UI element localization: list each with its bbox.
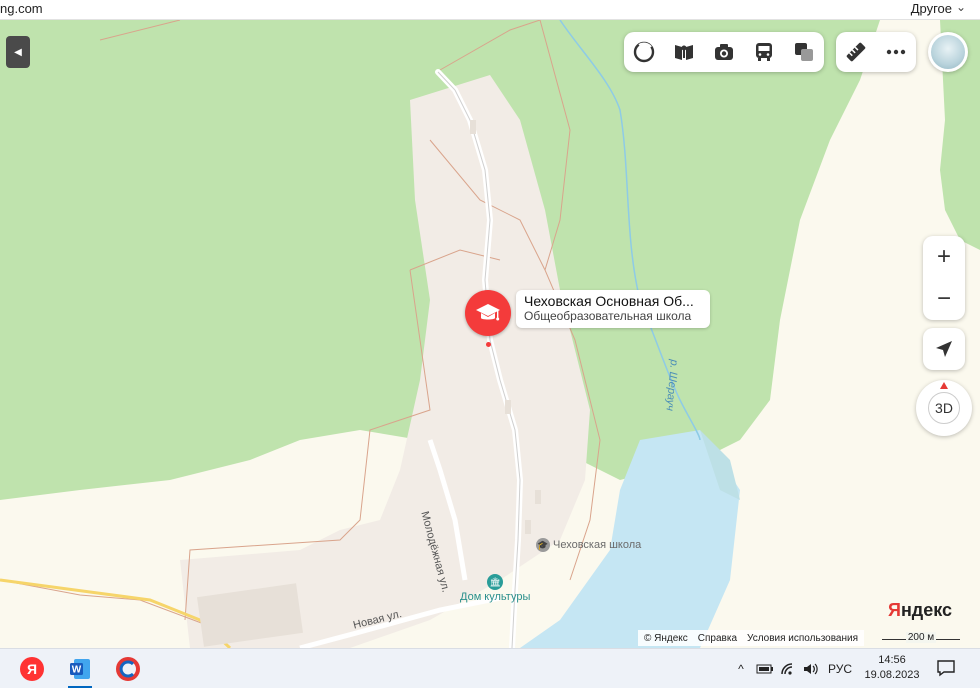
volume-icon[interactable] [802, 662, 820, 676]
tray-overflow-chevron-up-icon[interactable]: ^ [732, 662, 750, 676]
poi-culture-house-label: Дом культуры [460, 591, 531, 603]
geolocation-button[interactable] [923, 328, 965, 370]
museum-icon: 🏛 [487, 574, 504, 590]
svg-text:Я: Я [27, 661, 37, 677]
map-attribution: © Яндекс Справка Условия использования [638, 630, 865, 646]
transit-icon[interactable] [744, 32, 784, 72]
browser-topbar: ng.com Другое ⌄ [0, 0, 980, 20]
graduation-cap-icon [476, 304, 500, 321]
svg-text:W: W [72, 665, 82, 676]
map-canvas[interactable]: ◀ + − 3D Чеховская Основная Об... Общеоб… [0, 20, 980, 648]
c-app-icon [116, 657, 140, 681]
zoom-in-button[interactable]: + [923, 236, 965, 278]
copyright-link[interactable]: © Яндекс [644, 633, 688, 644]
panorama-icon[interactable] [664, 32, 704, 72]
taskbar-app-word[interactable]: W [62, 653, 98, 688]
school-icon: 🎓 [536, 538, 550, 552]
taskbar: Я W ^ РУС 14:56 19.08.2023 [0, 648, 980, 688]
compass-north-icon [940, 382, 948, 389]
word-icon: W [70, 659, 90, 679]
scale-bar: 200 м [882, 632, 960, 643]
clock-time: 14:56 [878, 654, 906, 666]
place-category: Общеобразовательная школа [524, 309, 692, 323]
poi-school[interactable]: 🎓 Чеховская школа [536, 538, 641, 552]
user-avatar[interactable] [928, 32, 968, 72]
address-url[interactable]: ng.com [0, 1, 43, 16]
tools-toolbar [836, 32, 916, 72]
clock[interactable]: 14:56 19.08.2023 [862, 653, 922, 683]
photo-icon[interactable] [704, 32, 744, 72]
poi-culture-house[interactable]: 🏛 Дом культуры [460, 574, 530, 603]
pin-anchor [486, 342, 491, 347]
taskbar-app-yandex[interactable]: Я [14, 653, 50, 685]
place-name: Чеховская Основная Об... [524, 293, 694, 309]
more-icon[interactable] [876, 32, 916, 72]
zoom-control: + − [923, 236, 965, 320]
compass-3d-button[interactable]: 3D [916, 380, 972, 436]
clock-date: 19.08.2023 [864, 669, 920, 681]
language-indicator[interactable]: РУС [828, 662, 852, 676]
ruler-icon[interactable] [836, 32, 876, 72]
battery-icon[interactable] [756, 662, 774, 676]
system-tray: ^ РУС [732, 649, 852, 688]
wifi-icon[interactable] [780, 662, 798, 676]
yandex-logo[interactable]: Яндекс [888, 600, 952, 621]
zoom-out-button[interactable]: − [923, 278, 965, 320]
poi-school-label: Чеховская школа [553, 539, 642, 551]
scale-label: 200 м [905, 632, 937, 643]
yandex-browser-icon: Я [20, 657, 44, 681]
compass-3d-label: 3D [928, 392, 960, 424]
layers-scheme-icon[interactable] [624, 32, 664, 72]
sidebar-collapse-button[interactable]: ◀ [6, 36, 30, 68]
location-arrow-icon [936, 341, 952, 357]
help-link[interactable]: Справка [698, 633, 737, 644]
notification-icon[interactable] [936, 659, 956, 677]
place-callout[interactable]: Чеховская Основная Об... Общеобразовател… [516, 290, 710, 328]
chevron-down-icon[interactable]: ⌄ [956, 0, 966, 14]
taskbar-app-c[interactable] [110, 653, 146, 685]
terms-link[interactable]: Условия использования [747, 633, 858, 644]
overlay-icon[interactable] [784, 32, 824, 72]
selected-place-pin[interactable] [465, 290, 511, 336]
layers-toolbar [624, 32, 824, 72]
other-bookmarks-menu[interactable]: Другое [911, 1, 952, 16]
